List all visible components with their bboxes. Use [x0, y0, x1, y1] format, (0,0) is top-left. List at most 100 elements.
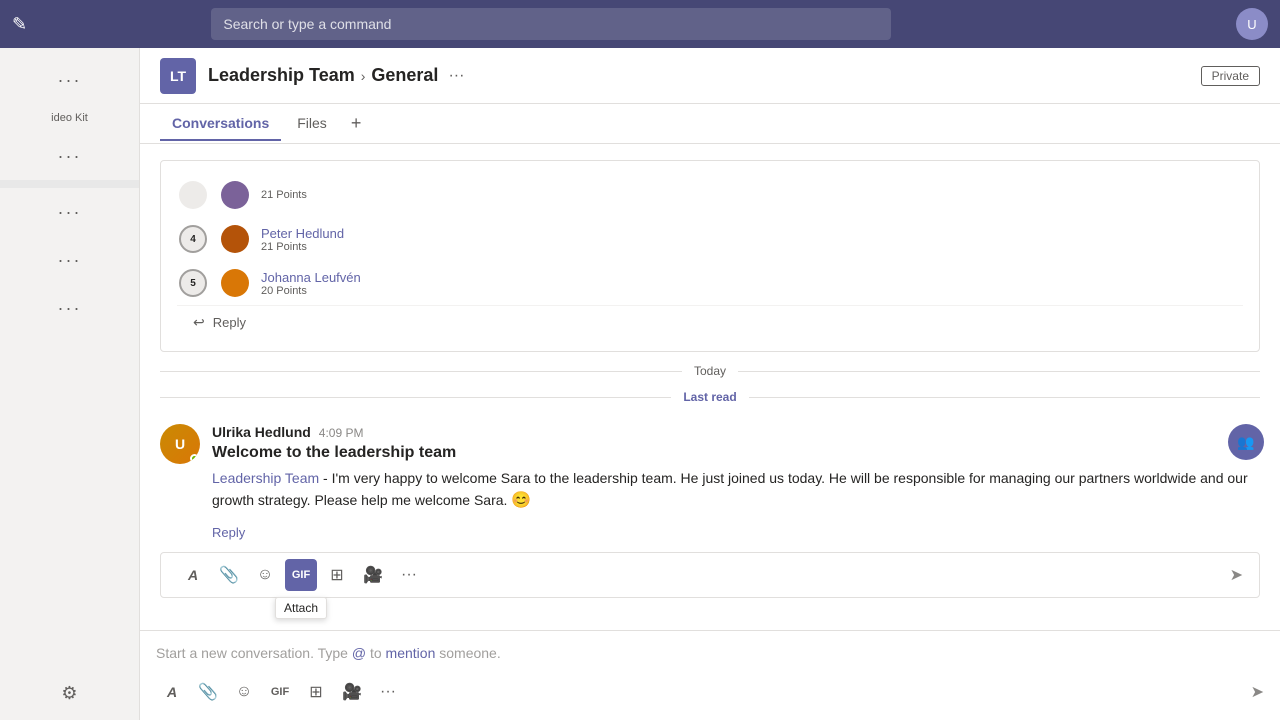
compose-text-before: Start a new conversation. Type — [156, 645, 352, 661]
tab-files[interactable]: Files — [285, 107, 339, 141]
settings-gear[interactable]: ⚙ — [0, 675, 139, 712]
avatar-initials: U — [175, 436, 185, 452]
format-btn-upper[interactable]: A — [177, 559, 209, 591]
sidebar-dots-2: ··· — [58, 140, 82, 172]
emoji-icon-upper: ☺ — [257, 566, 273, 584]
sidebar-item-3[interactable]: ··· — [0, 188, 139, 236]
divider-line-left-today — [160, 371, 682, 372]
sticker-btn-lower[interactable]: ⊞ — [300, 676, 332, 708]
team-name: Leadership Team — [208, 65, 355, 86]
sidebar-item-1[interactable]: ··· — [0, 56, 139, 104]
message-time: 4:09 PM — [319, 426, 364, 440]
channel-name[interactable]: General — [371, 65, 438, 86]
compose-at: @ — [352, 645, 366, 661]
sticker-icon-lower: ⊞ — [309, 682, 322, 702]
compose-text-after: someone. — [435, 645, 500, 661]
leaderboard-row-top: 21 Points — [177, 173, 1243, 217]
sidebar-dots-3: ··· — [58, 196, 82, 228]
sidebar: ··· ideo Kit ··· ··· ··· ··· ⚙ — [0, 48, 140, 720]
search-bar[interactable]: Search or type a command — [211, 8, 891, 40]
sidebar-item-4[interactable]: ··· — [0, 236, 139, 284]
message-text: Leadership Team - I'm very happy to welc… — [212, 468, 1260, 513]
team-icon: LT — [160, 58, 196, 94]
user-points-5: 20 Points — [261, 285, 1243, 297]
content-area: LT Leadership Team › General ··· Private… — [140, 48, 1280, 720]
leaderboard-row-5: 5 Johanna Leufvén 20 Points — [177, 261, 1243, 305]
sidebar-item-active[interactable] — [0, 180, 139, 188]
user-points-4: 21 Points — [261, 241, 1243, 253]
date-divider-today: Today — [140, 364, 1280, 378]
user-name-4[interactable]: Peter Hedlund — [261, 226, 1243, 241]
sticker-btn-upper[interactable]: ⊞ — [321, 559, 353, 591]
tab-add-button[interactable]: + — [343, 109, 370, 138]
more-btn-lower[interactable]: ··· — [372, 676, 404, 708]
message-sender[interactable]: Ulrika Hedlund — [212, 424, 311, 440]
divider-today-row: Today — [140, 364, 1280, 378]
reply-bar[interactable]: ↩ Reply — [177, 305, 1243, 339]
message-reply-button[interactable]: Reply — [212, 521, 1260, 544]
more-icon-upper: ··· — [401, 566, 417, 584]
user-name-5[interactable]: Johanna Leufvén — [261, 270, 1243, 285]
rank-badge-4: 4 — [177, 223, 209, 255]
more-icon-lower: ··· — [380, 683, 396, 701]
sticker-icon-upper: ⊞ — [330, 565, 343, 585]
video-btn-lower[interactable]: 🎥 — [336, 676, 368, 708]
divider-line-right-lastread — [749, 397, 1260, 398]
leaderboard-row-4: 4 Peter Hedlund 21 Points — [177, 217, 1243, 261]
message-body: Ulrika Hedlund 4:09 PM Welcome to the le… — [212, 424, 1260, 544]
attach-icon-lower: 📎 — [198, 682, 218, 702]
messages-area[interactable]: 21 Points 4 Peter Hedlund 21 Points — [140, 144, 1280, 630]
format-icon-upper: A — [188, 567, 198, 583]
top-bar: ✎ Search or type a command U — [0, 0, 1280, 48]
compose-icon[interactable]: ✎ — [12, 14, 27, 35]
message-title: Welcome to the leadership team — [212, 444, 1260, 462]
user-avatar-top-row — [221, 181, 249, 209]
emoji-icon-lower: ☺ — [236, 683, 252, 701]
lower-toolbar: A 📎 ☺ GIF ⊞ 🎥 ··· — [156, 672, 1264, 712]
message-header: Ulrika Hedlund 4:09 PM — [212, 424, 1260, 440]
send-btn-lower[interactable]: ➤ — [1251, 682, 1264, 702]
more-btn-upper[interactable]: ··· — [393, 559, 425, 591]
sidebar-item-2[interactable]: ··· — [0, 132, 139, 180]
format-btn-lower[interactable]: A — [156, 676, 188, 708]
user-avatar-top[interactable]: U — [1236, 8, 1268, 40]
private-badge[interactable]: Private — [1201, 66, 1260, 86]
upper-toolbar: A 📎 ☺ GIF Attach ⊞ 🎥 — [160, 552, 1260, 598]
channel-more-dots[interactable]: ··· — [448, 67, 464, 85]
online-indicator — [190, 454, 199, 463]
attach-btn-lower[interactable]: 📎 — [192, 676, 224, 708]
sidebar-dots-5: ··· — [58, 292, 82, 324]
gif-btn-lower[interactable]: GIF — [264, 676, 296, 708]
emoji-btn-upper[interactable]: ☺ — [249, 559, 281, 591]
main-layout: ··· ideo Kit ··· ··· ··· ··· ⚙ LT Leader… — [0, 48, 1280, 720]
user-points-top: 21 Points — [261, 189, 1243, 201]
emoji-btn-lower[interactable]: ☺ — [228, 676, 260, 708]
reply-label[interactable]: Reply — [213, 315, 246, 330]
sidebar-item-5[interactable]: ··· — [0, 284, 139, 332]
send-icon-upper: ➤ — [1230, 567, 1243, 584]
channel-header: LT Leadership Team › General ··· Private — [140, 48, 1280, 104]
rank-badge-top — [177, 179, 209, 211]
gif-btn-upper[interactable]: GIF Attach — [285, 559, 317, 591]
channel-breadcrumb: Leadership Team › General ··· — [208, 65, 464, 86]
user-avatar-5 — [221, 269, 249, 297]
rank-circle-top — [179, 181, 207, 209]
reaction-badge[interactable]: 👥 — [1228, 424, 1264, 460]
user-info-top: 21 Points — [261, 189, 1243, 201]
reply-icon: ↩ — [193, 314, 205, 331]
attach-btn-upper[interactable]: 📎 — [213, 559, 245, 591]
tab-conversations[interactable]: Conversations — [160, 107, 281, 141]
gif-icon-lower: GIF — [271, 686, 289, 698]
video-kit-label: ideo Kit — [51, 112, 88, 124]
divider-today-label: Today — [682, 364, 738, 378]
message-body-text: - I'm very happy to welcome Sara to the … — [212, 470, 1248, 508]
video-btn-upper[interactable]: 🎥 — [357, 559, 389, 591]
compose-placeholder[interactable]: Start a new conversation. Type @ to ment… — [156, 639, 1264, 672]
divider-line-right-today — [738, 371, 1260, 372]
compose-text-middle: to — [366, 645, 385, 661]
date-divider-lastread: Last read — [140, 390, 1280, 404]
video-icon-upper: 🎥 — [363, 565, 383, 585]
send-btn-upper[interactable]: ➤ — [1230, 565, 1243, 585]
message-mention[interactable]: Leadership Team — [212, 470, 319, 486]
compose-area: Start a new conversation. Type @ to ment… — [140, 630, 1280, 720]
